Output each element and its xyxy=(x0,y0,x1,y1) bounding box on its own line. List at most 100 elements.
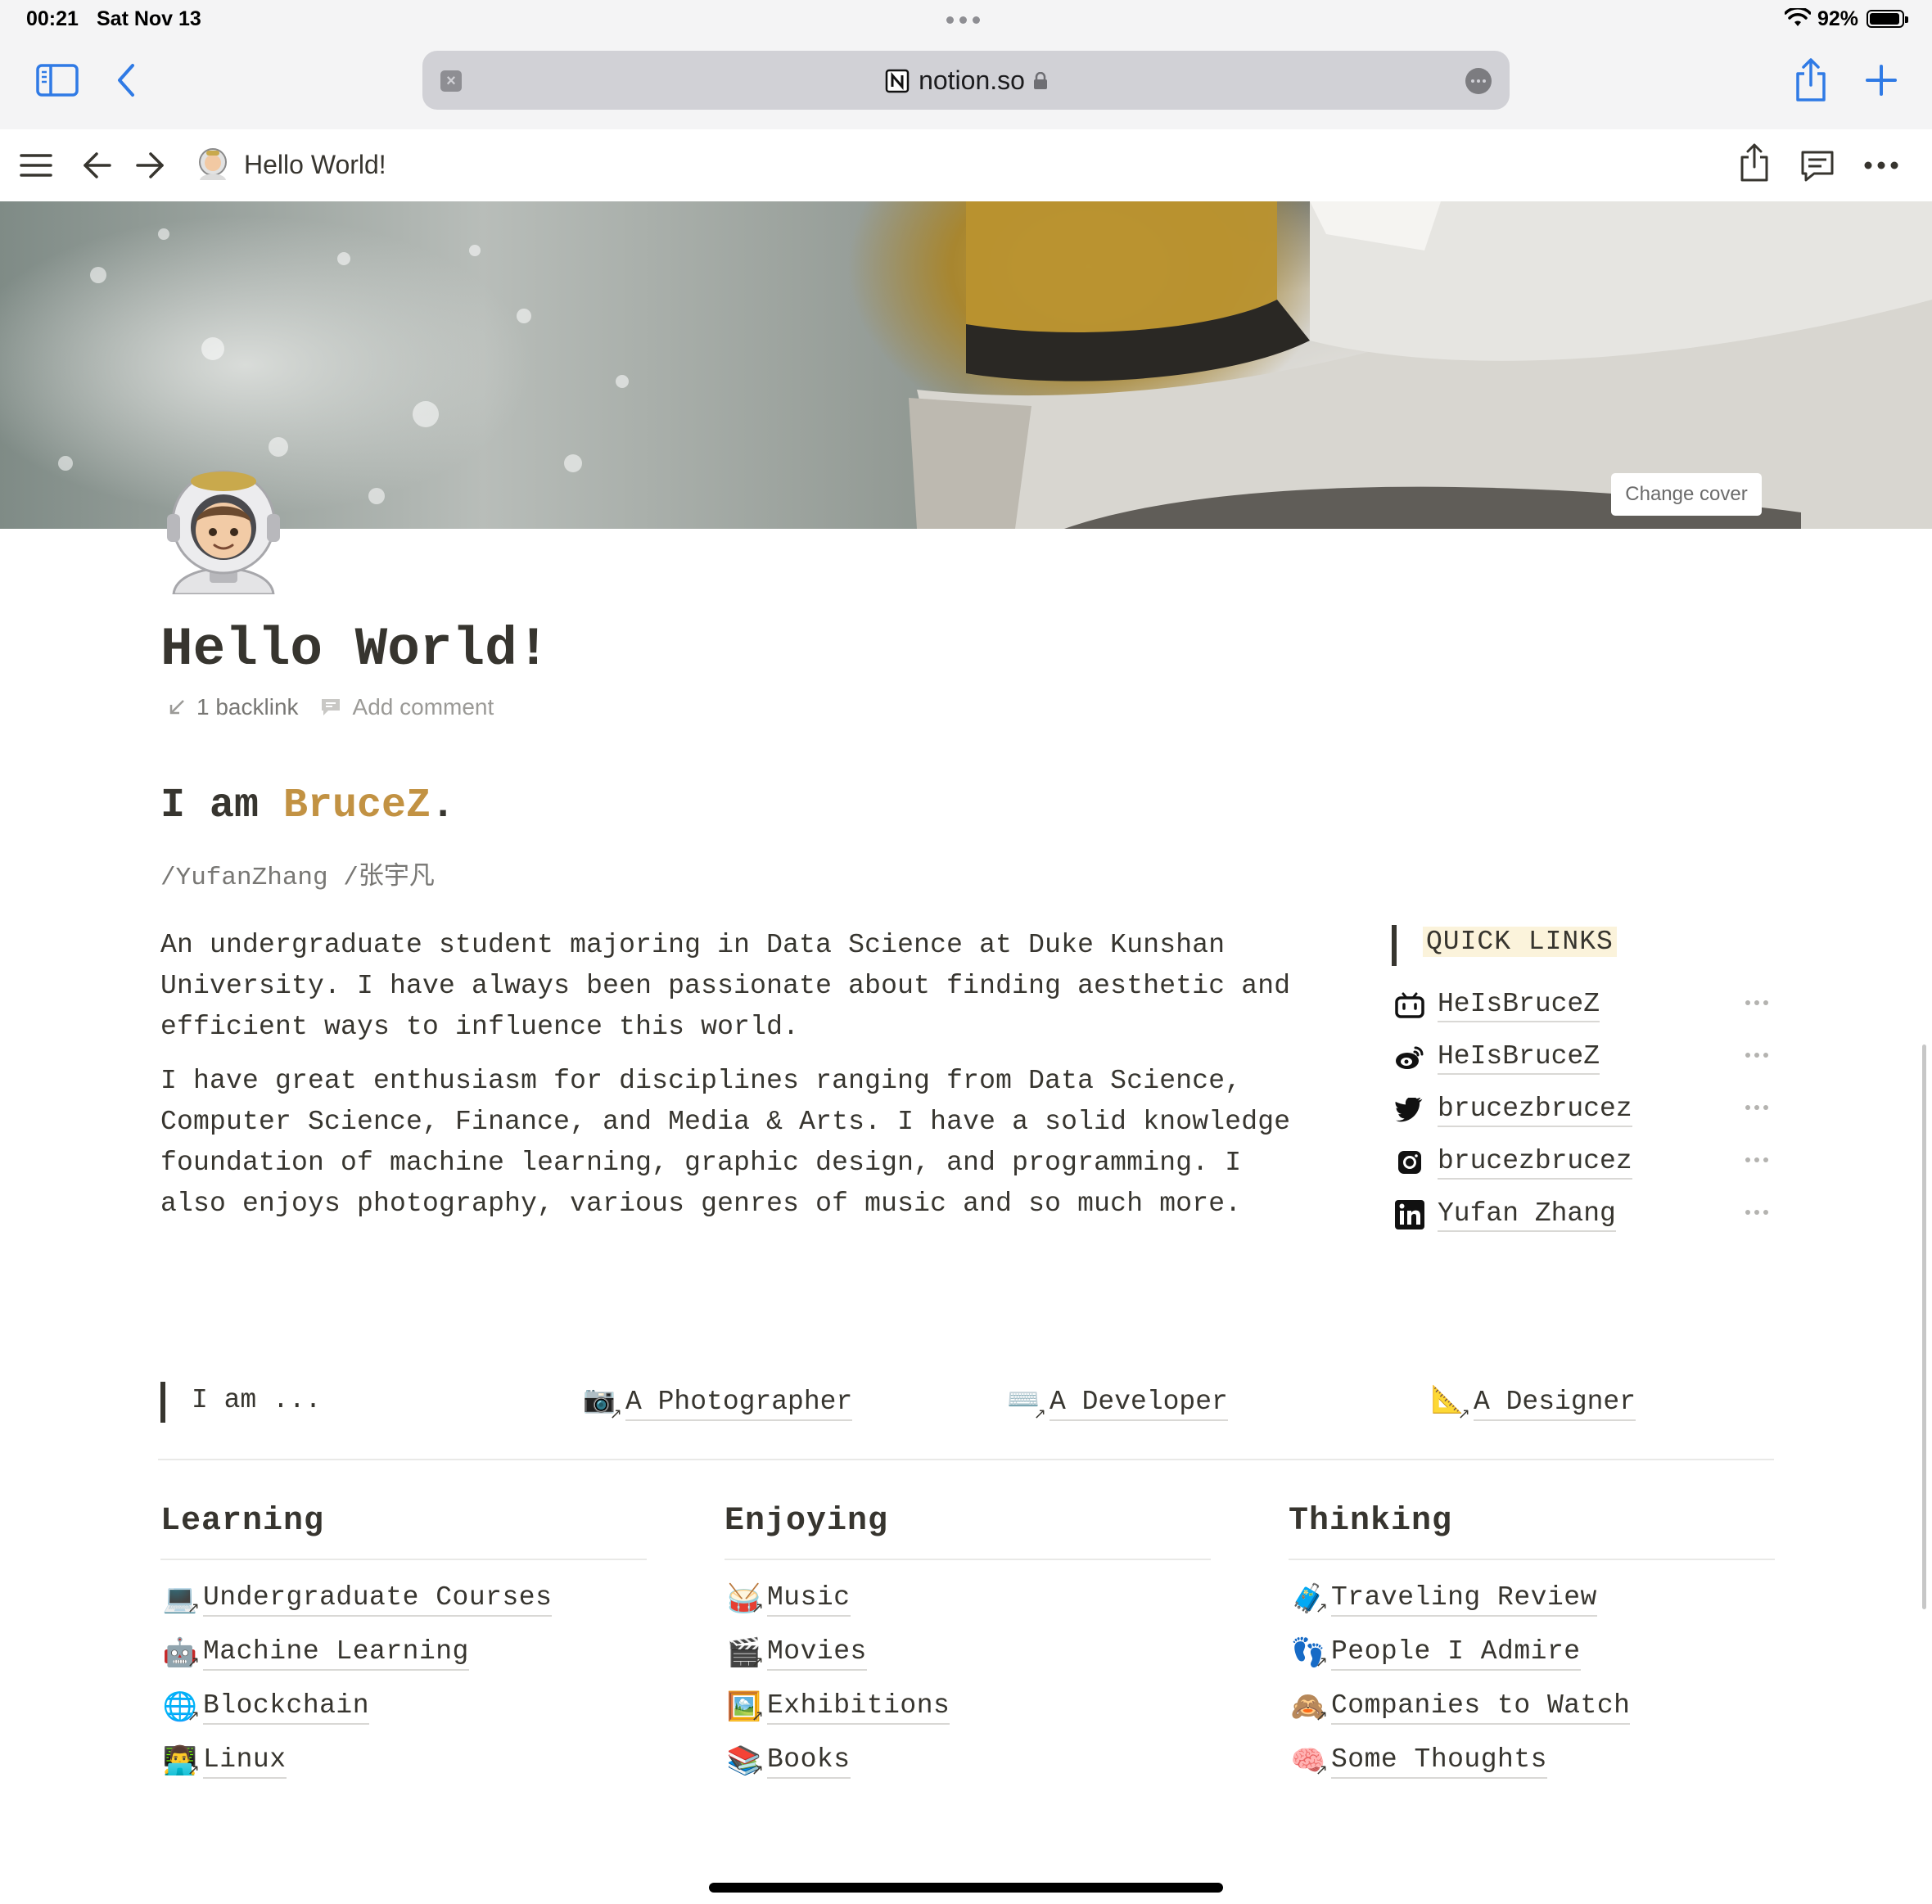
share-icon[interactable] xyxy=(1793,57,1829,103)
more-icon[interactable] xyxy=(1745,1000,1768,1005)
books-icon: 📚 ↗ xyxy=(726,1745,764,1778)
page-link-label[interactable]: Exhibitions xyxy=(767,1689,950,1725)
page-link-label[interactable]: Movies xyxy=(767,1635,867,1671)
quick-link-label[interactable]: HeIsBruceZ xyxy=(1438,988,1600,1022)
browser-toolbar: × notion.so xyxy=(0,41,1932,129)
astronaut-page-icon[interactable] xyxy=(162,463,285,594)
role-link-developer[interactable]: ⌨️ ↗ A Developer xyxy=(1007,1383,1228,1423)
quick-link-item[interactable]: HeIsBruceZ xyxy=(1392,982,1768,1028)
page-link-some-thoughts[interactable]: 🧠 ↗ Some Thoughts xyxy=(1289,1739,1547,1783)
page-meta: 1 backlink Add comment xyxy=(167,694,494,720)
page-link-label[interactable]: Books xyxy=(767,1743,851,1779)
bio-paragraph-2: I have great enthusiasm for disciplines … xyxy=(160,1066,1291,1219)
multitasking-dots-icon[interactable] xyxy=(946,16,980,24)
drum-icon: 🥁 ↗ xyxy=(726,1583,764,1616)
robot-icon: 🤖 ↗ xyxy=(162,1637,200,1670)
page-title: Hello World! xyxy=(160,619,550,680)
role-link-designer[interactable]: 📐 ↗ A Designer xyxy=(1431,1383,1636,1423)
more-icon[interactable] xyxy=(1745,1105,1768,1110)
page-link-exhibitions[interactable]: 🖼️ ↗ Exhibitions xyxy=(724,1685,950,1729)
camera-icon: 📷 ↗ xyxy=(583,1384,622,1422)
footprints-icon: 👣 ↗ xyxy=(1290,1637,1328,1670)
column-heading-enjoying: Enjoying xyxy=(724,1503,889,1540)
weibo-icon xyxy=(1392,1040,1428,1076)
globe-icon: 🌐 ↗ xyxy=(162,1691,200,1724)
more-options-icon[interactable] xyxy=(1863,160,1899,170)
column-rule xyxy=(1289,1559,1775,1560)
scrollbar[interactable] xyxy=(1922,1044,1926,1609)
bio-paragraph-1: An undergraduate student majoring in Dat… xyxy=(160,930,1291,1042)
more-icon[interactable] xyxy=(1745,1157,1768,1162)
quick-link-item[interactable]: Yufan Zhang xyxy=(1392,1192,1768,1238)
page-link-label[interactable]: Music xyxy=(767,1581,851,1617)
page-link-blockchain[interactable]: 🌐 ↗ Blockchain xyxy=(160,1685,370,1729)
back-chevron-icon[interactable] xyxy=(115,62,139,98)
page-link-label[interactable]: People I Admire xyxy=(1331,1635,1581,1671)
more-icon[interactable] xyxy=(1745,1210,1768,1215)
page-link-label[interactable]: Traveling Review xyxy=(1331,1581,1597,1617)
i-am-label: I am ... xyxy=(192,1385,322,1415)
change-cover-button[interactable]: Change cover xyxy=(1611,473,1762,516)
sidebar-toggle-icon[interactable] xyxy=(36,62,79,98)
page-link-label[interactable]: Linux xyxy=(203,1743,287,1779)
page-link-label[interactable]: Undergraduate Courses xyxy=(203,1581,553,1617)
quick-link-label[interactable]: Yufan Zhang xyxy=(1438,1198,1616,1232)
page-link-books[interactable]: 📚 ↗ Books xyxy=(724,1739,851,1783)
new-tab-icon[interactable] xyxy=(1865,62,1898,98)
page-link-machine-learning[interactable]: 🤖 ↗ Machine Learning xyxy=(160,1631,469,1675)
twitter-icon xyxy=(1392,1092,1428,1128)
page-link-companies-to-watch[interactable]: 🙈 ↗ Companies to Watch xyxy=(1289,1685,1631,1729)
share-icon[interactable] xyxy=(1739,142,1770,183)
menu-icon[interactable] xyxy=(20,152,52,178)
page-link-label[interactable]: Companies to Watch xyxy=(1331,1689,1631,1725)
name-aliases: /YufanZhang /张宇凡 xyxy=(160,864,435,892)
quick-link-label[interactable]: HeIsBruceZ xyxy=(1438,1040,1600,1075)
comments-icon[interactable] xyxy=(1799,149,1835,183)
linkedin-icon xyxy=(1392,1197,1428,1233)
page-link-movies[interactable]: 🎬 ↗ Movies xyxy=(724,1631,867,1675)
quick-link-label[interactable]: brucezbrucez xyxy=(1438,1093,1632,1127)
quick-link-item[interactable]: brucezbrucez xyxy=(1392,1087,1768,1133)
status-bar: 00:21 Sat Nov 13 92% xyxy=(0,0,1932,41)
callout-bar xyxy=(1392,925,1397,966)
column-rule xyxy=(160,1559,647,1560)
instagram-icon xyxy=(1392,1144,1428,1180)
arrow-left-icon[interactable] xyxy=(82,151,113,180)
page-link-linux[interactable]: 👨‍💻 ↗ Linux xyxy=(160,1739,287,1783)
status-date: Sat Nov 13 xyxy=(97,7,201,30)
role-label[interactable]: A Photographer xyxy=(625,1385,853,1421)
role-label[interactable]: A Designer xyxy=(1474,1385,1636,1421)
heading-name: BruceZ xyxy=(283,783,431,829)
clapper-board-icon: 🎬 ↗ xyxy=(726,1637,764,1670)
address-bar[interactable]: × notion.so xyxy=(422,51,1510,110)
column-rule xyxy=(724,1559,1211,1560)
url-text: notion.so xyxy=(919,65,1025,95)
page-menu-icon[interactable] xyxy=(1465,68,1492,94)
heading-suffix: . xyxy=(431,783,456,829)
laptop-icon: 💻 ↗ xyxy=(162,1583,200,1616)
quick-link-item[interactable]: brucezbrucez xyxy=(1392,1139,1768,1185)
more-icon[interactable] xyxy=(1745,1053,1768,1058)
page-link-label[interactable]: Some Thoughts xyxy=(1331,1743,1547,1779)
page-link-label[interactable]: Blockchain xyxy=(203,1689,370,1725)
page-link-music[interactable]: 🥁 ↗ Music xyxy=(724,1577,851,1621)
technologist-icon: 👨‍💻 ↗ xyxy=(162,1745,200,1778)
add-comment-button[interactable]: Add comment xyxy=(353,694,494,720)
page-link-undergraduate-courses[interactable]: 💻 ↗ Undergraduate Courses xyxy=(160,1577,553,1621)
role-link-photographer[interactable]: 📷 ↗ A Photographer xyxy=(583,1383,853,1423)
arrow-right-icon[interactable] xyxy=(134,151,165,180)
quick-link-label[interactable]: brucezbrucez xyxy=(1438,1145,1632,1180)
home-indicator[interactable] xyxy=(709,1883,1223,1893)
breadcrumb[interactable]: Hello World! xyxy=(196,147,386,182)
page-link-label[interactable]: Machine Learning xyxy=(203,1635,469,1671)
role-label[interactable]: A Developer xyxy=(1050,1385,1228,1421)
divider xyxy=(158,1459,1774,1460)
page-link-people-i-admire[interactable]: 👣 ↗ People I Admire xyxy=(1289,1631,1581,1675)
keyboard-icon: ⌨️ ↗ xyxy=(1007,1384,1046,1422)
quick-link-item[interactable]: HeIsBruceZ xyxy=(1392,1035,1768,1081)
bilibili-icon xyxy=(1392,987,1428,1023)
page-link-traveling-review[interactable]: 🧳 ↗ Traveling Review xyxy=(1289,1577,1597,1621)
backlinks-link[interactable]: 1 backlink xyxy=(196,694,299,720)
breadcrumb-title: Hello World! xyxy=(244,149,386,179)
notion-topbar: Hello World! xyxy=(0,129,1932,201)
